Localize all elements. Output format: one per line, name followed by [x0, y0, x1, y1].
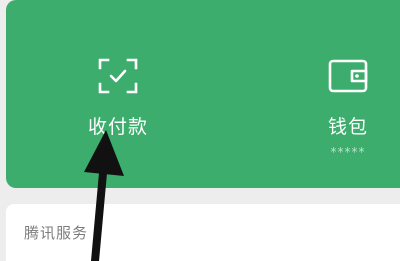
- wallet-icon: [328, 59, 368, 93]
- wechat-me-page: 收付款 钱包 ***** 腾讯服务: [0, 0, 400, 261]
- tencent-services-title: 腾讯服务: [24, 224, 89, 242]
- scan-check-icon: [98, 58, 138, 94]
- wallet-label: 钱包: [327, 116, 368, 138]
- tencent-services-card[interactable]: 腾讯服务: [6, 204, 400, 261]
- wallet-balance-masked: *****: [330, 145, 366, 159]
- receive-pay-button[interactable]: 收付款: [58, 58, 178, 139]
- wallet-button[interactable]: 钱包 *****: [288, 58, 400, 159]
- receive-pay-label: 收付款: [87, 116, 148, 138]
